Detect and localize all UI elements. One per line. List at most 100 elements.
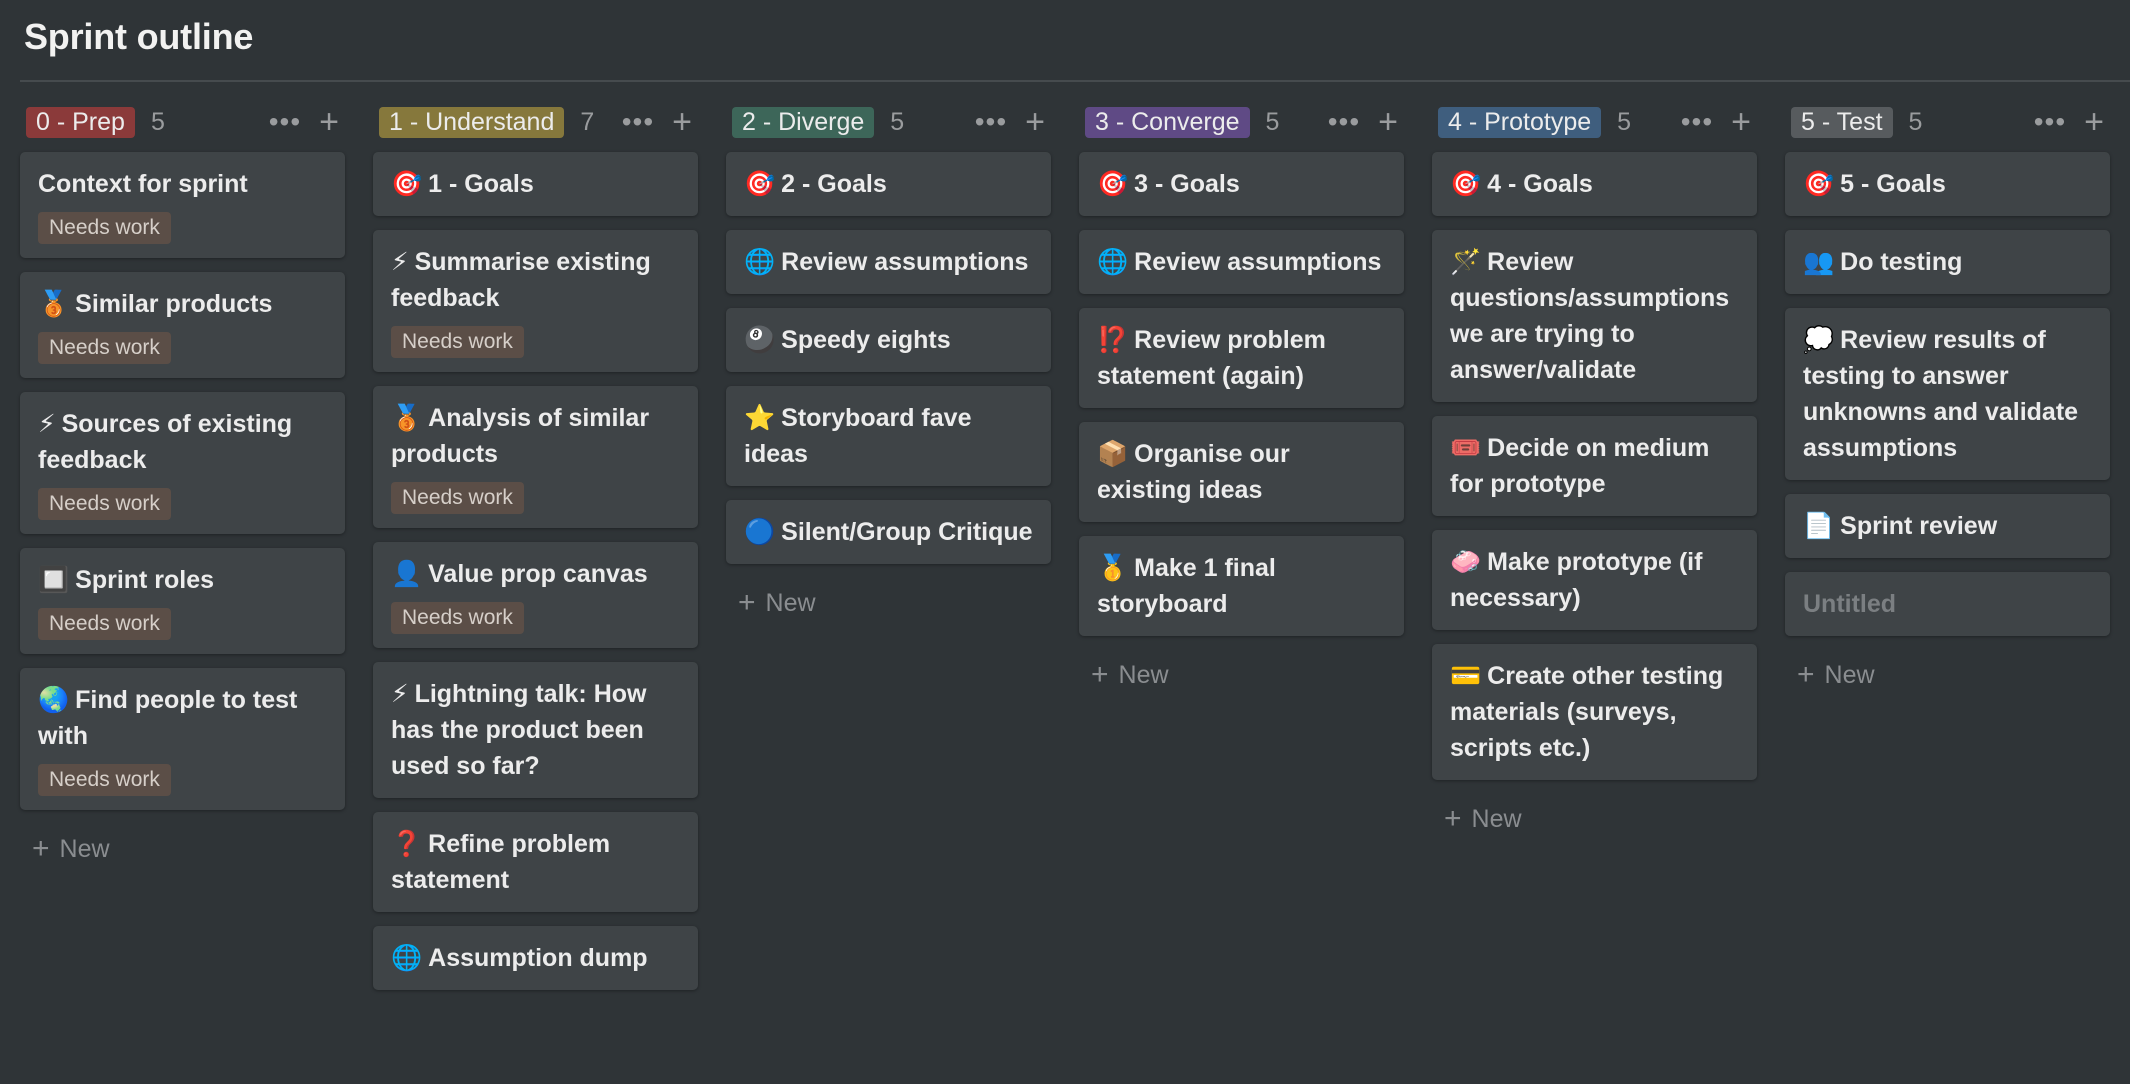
add-card-icon[interactable]: + [1731, 105, 1751, 139]
add-card-icon[interactable]: + [2084, 105, 2104, 139]
kanban-card[interactable]: ⁉️ Review problem statement (again) [1079, 308, 1404, 408]
card-emoji-icon: 🥉 [391, 404, 423, 432]
column-group-tag[interactable]: 2 - Diverge [732, 106, 875, 138]
card-title: Decide on medium for prototype [1450, 434, 1710, 498]
card-emoji-icon: 🎯 [1803, 170, 1835, 198]
new-card-button[interactable]: + New [1079, 650, 1404, 700]
new-card-button[interactable]: + New [20, 824, 345, 874]
card-title: 2 - Goals [781, 170, 887, 198]
kanban-card[interactable]: 🥇 Make 1 final storyboard [1079, 536, 1404, 636]
kanban-card[interactable]: 👤 Value prop canvas Needs work [373, 542, 698, 648]
kanban-card[interactable]: 🎯 1 - Goals [373, 152, 698, 216]
card-title: Create other testing materials (surveys,… [1450, 662, 1724, 762]
card-title-row: 💭 Review results of testing to answer unk… [1803, 322, 2092, 466]
card-title: Value prop canvas [428, 560, 648, 588]
card-title-row: 🌏 Find people to test with [38, 682, 327, 754]
kanban-card[interactable]: 🎯 4 - Goals [1432, 152, 1757, 216]
kanban-card[interactable]: 🎟️ Decide on medium for prototype [1432, 416, 1757, 516]
column-group-tag[interactable]: 1 - Understand [379, 106, 565, 138]
more-options-icon[interactable]: ••• [2034, 108, 2066, 136]
kanban-card[interactable]: Untitled [1785, 572, 2110, 636]
new-card-label: New [1471, 804, 1522, 833]
card-emoji-icon: 💳 [1450, 662, 1482, 690]
card-emoji-icon: 🎯 [744, 170, 776, 198]
column-actions: ••• + [2034, 105, 2110, 139]
card-title-row: 👤 Value prop canvas [391, 556, 680, 592]
card-title-row: 📄 Sprint review [1803, 508, 2092, 544]
kanban-card[interactable]: 🔵 Silent/Group Critique [726, 500, 1051, 564]
new-card-button[interactable]: + New [1432, 794, 1757, 844]
card-emoji-icon: 🔲 [38, 566, 70, 594]
more-options-icon[interactable]: ••• [622, 108, 654, 136]
card-title: Summarise existing feedback [391, 248, 651, 312]
kanban-card[interactable]: 🎯 3 - Goals [1079, 152, 1404, 216]
card-title-row: Context for sprint [38, 166, 327, 202]
card-title: Sprint roles [75, 566, 215, 594]
column-group-tag[interactable]: 3 - Converge [1085, 106, 1250, 138]
column-actions: ••• + [1681, 105, 1757, 139]
column-header: 3 - Converge 5 ••• + [1079, 104, 1404, 140]
more-options-icon[interactable]: ••• [1681, 108, 1713, 136]
add-card-icon[interactable]: + [1378, 105, 1398, 139]
status-badge: Needs work [38, 212, 171, 244]
kanban-card[interactable]: 🌐 Review assumptions [1079, 230, 1404, 294]
kanban-card[interactable]: 🎯 2 - Goals [726, 152, 1051, 216]
add-card-icon[interactable]: + [319, 105, 339, 139]
new-card-label: New [765, 588, 816, 617]
card-title-row: 📦 Organise our existing ideas [1097, 436, 1386, 508]
add-card-icon[interactable]: + [672, 105, 692, 139]
more-options-icon[interactable]: ••• [975, 108, 1007, 136]
kanban-card[interactable]: 🌐 Review assumptions [726, 230, 1051, 294]
column-actions: ••• + [1328, 105, 1404, 139]
kanban-card[interactable]: ❓ Refine problem statement [373, 812, 698, 912]
new-card-label: New [1824, 660, 1875, 689]
new-card-button[interactable]: + New [1785, 650, 2110, 700]
kanban-card[interactable]: 🌏 Find people to test with Needs work [20, 668, 345, 810]
kanban-card[interactable]: 🧼 Make prototype (if necessary) [1432, 530, 1757, 630]
more-options-icon[interactable]: ••• [269, 108, 301, 136]
column-group-tag[interactable]: 4 - Prototype [1438, 106, 1602, 138]
card-title-row: 🎯 3 - Goals [1097, 166, 1386, 202]
card-title-row: 💳 Create other testing materials (surveys… [1450, 658, 1739, 766]
kanban-card[interactable]: 📦 Organise our existing ideas [1079, 422, 1404, 522]
kanban-card[interactable]: 💭 Review results of testing to answer unk… [1785, 308, 2110, 480]
kanban-card[interactable]: Context for sprint Needs work [20, 152, 345, 258]
card-title-row: 🎱 Speedy eights [744, 322, 1033, 358]
card-title: Silent/Group Critique [781, 518, 1033, 546]
card-emoji-icon: 🧼 [1450, 548, 1482, 576]
kanban-card[interactable]: 📄 Sprint review [1785, 494, 2110, 558]
kanban-card[interactable]: 💳 Create other testing materials (surveys… [1432, 644, 1757, 780]
column-group-tag[interactable]: 5 - Test [1791, 106, 1893, 138]
kanban-card[interactable]: ⚡ Sources of existing feedback Needs work [20, 392, 345, 534]
card-emoji-icon: 🔵 [744, 518, 776, 546]
card-title: Untitled [1803, 590, 1897, 618]
column-count: 5 [890, 107, 905, 136]
kanban-card[interactable]: ⭐ Storyboard fave ideas [726, 386, 1051, 486]
card-title-row: 🎯 2 - Goals [744, 166, 1033, 202]
column-group-tag[interactable]: 0 - Prep [26, 106, 135, 138]
column-count: 5 [1617, 107, 1632, 136]
new-card-button[interactable]: + New [726, 578, 1051, 628]
kanban-card[interactable]: 🎯 5 - Goals [1785, 152, 2110, 216]
column-header: 2 - Diverge 5 ••• + [726, 104, 1051, 140]
kanban-card[interactable]: ⚡ Lightning talk: How has the product bee… [373, 662, 698, 798]
card-emoji-icon: 🪄 [1450, 248, 1482, 276]
kanban-card[interactable]: ⚡ Summarise existing feedback Needs work [373, 230, 698, 372]
card-title: Review problem statement (again) [1097, 326, 1326, 390]
card-title: Context for sprint [38, 170, 248, 198]
add-card-icon[interactable]: + [1025, 105, 1045, 139]
column-count: 5 [1265, 107, 1280, 136]
kanban-card[interactable]: 🔲 Sprint roles Needs work [20, 548, 345, 654]
kanban-card[interactable]: 👥 Do testing [1785, 230, 2110, 294]
card-title: Review results of testing to answer unkn… [1803, 326, 2079, 462]
kanban-card[interactable]: 🪄 Review questions/assumptions we are try… [1432, 230, 1757, 402]
status-badge: Needs work [38, 488, 171, 520]
kanban-card[interactable]: 🥉 Analysis of similar products Needs work [373, 386, 698, 528]
more-options-icon[interactable]: ••• [1328, 108, 1360, 136]
card-title: Storyboard fave ideas [744, 404, 972, 468]
kanban-card[interactable]: 🥉 Similar products Needs work [20, 272, 345, 378]
kanban-card[interactable]: 🎱 Speedy eights [726, 308, 1051, 372]
kanban-card[interactable]: 🌐 Assumption dump [373, 926, 698, 990]
column-actions: ••• + [269, 105, 345, 139]
card-emoji-icon: 🌐 [1097, 248, 1129, 276]
